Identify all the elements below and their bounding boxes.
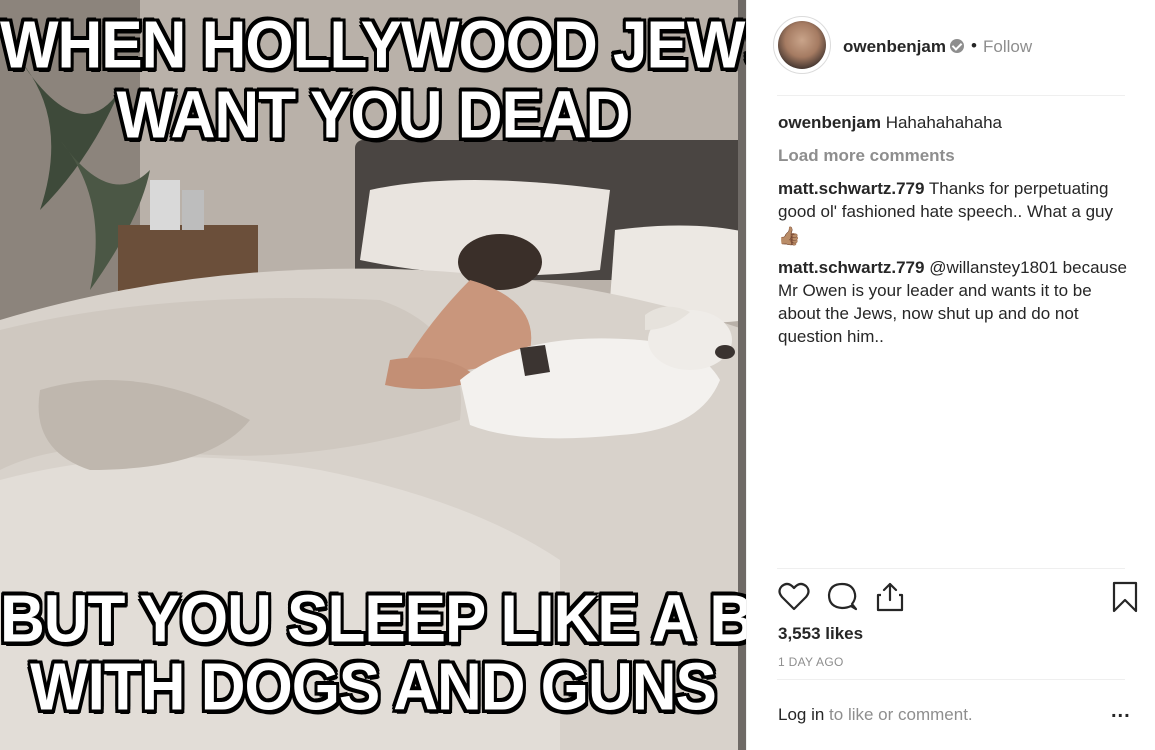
- comment-item: matt.schwartz.779 @willanstey1801 becaus…: [778, 256, 1138, 348]
- load-more-comments-button[interactable]: Load more comments: [778, 144, 1138, 167]
- follow-button[interactable]: Follow: [983, 37, 1032, 57]
- action-bar: [777, 580, 1138, 616]
- comments-list: owenbenjam Hahahahahaha Load more commen…: [778, 111, 1138, 356]
- share-icon[interactable]: [873, 580, 907, 614]
- footer-divider: [777, 679, 1125, 680]
- meme-top-line-2: WANT YOU DEAD: [116, 78, 631, 153]
- post-timestamp[interactable]: 1 DAY AGO: [778, 655, 844, 669]
- meme-bottom-line-1: BUT YOU SLEEP LIKE A BABY: [0, 582, 746, 657]
- comment-username[interactable]: matt.schwartz.779: [778, 179, 924, 198]
- meme-top-line-1: WHEN HOLLYWOOD JEWS: [0, 8, 746, 83]
- verified-badge-icon: [950, 39, 964, 53]
- avatar-photo-icon: [778, 21, 826, 69]
- header-separator: •: [971, 36, 977, 55]
- thumbs-up-emoji-icon: 👍🏽: [778, 226, 801, 246]
- heart-icon[interactable]: [777, 580, 811, 614]
- comment-item: matt.schwartz.779 Thanks for perpetuatin…: [778, 177, 1138, 248]
- login-prompt: Log in to like or comment.: [778, 705, 973, 725]
- caption-username[interactable]: owenbenjam: [778, 113, 881, 132]
- bookmark-icon[interactable]: [1108, 580, 1142, 614]
- comment-icon[interactable]: [825, 580, 859, 614]
- login-prompt-text: to like or comment.: [824, 705, 973, 724]
- avatar[interactable]: [773, 16, 831, 74]
- header-username[interactable]: owenbenjam: [843, 37, 946, 57]
- post-image[interactable]: WHEN HOLLYWOOD JEWS WANT YOU DEAD BUT YO…: [0, 0, 746, 750]
- caption: owenbenjam Hahahahahaha: [778, 111, 1138, 134]
- login-link[interactable]: Log in: [778, 705, 824, 724]
- post-side-panel: owenbenjam • Follow owenbenjam Hahahahah…: [746, 0, 1155, 750]
- actions-divider: [777, 568, 1125, 569]
- comment-username[interactable]: matt.schwartz.779: [778, 258, 924, 277]
- likes-count[interactable]: 3,553 likes: [778, 624, 863, 644]
- meme-bottom-line-2: WITH DOGS AND GUNS: [30, 650, 717, 725]
- post-header: owenbenjam • Follow: [747, 0, 1155, 95]
- caption-text: Hahahahahaha: [885, 113, 1002, 132]
- more-options-button[interactable]: ...: [1111, 700, 1131, 723]
- header-divider: [777, 95, 1125, 96]
